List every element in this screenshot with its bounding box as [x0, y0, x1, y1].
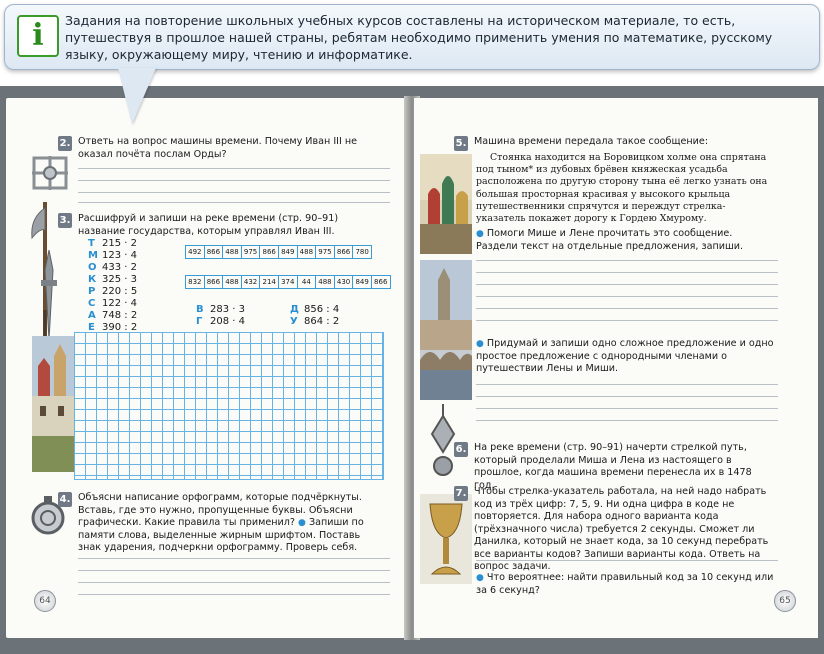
code-cell: 432 — [240, 275, 261, 289]
banner-pointer — [118, 68, 156, 124]
task-text: ● Что вероятнее: найти правильный код за… — [476, 572, 774, 596]
page-number: 65 — [774, 590, 796, 612]
answer-line — [476, 384, 778, 385]
task-number: 5. — [454, 136, 468, 151]
page-number: 64 — [34, 590, 56, 612]
answer-line — [476, 396, 778, 397]
code-cell: 492 — [185, 245, 205, 259]
banner-text: Задания на повторение школьных учебных к… — [65, 13, 773, 62]
time-machine-message: Стоянка находится на Боровицком холме он… — [476, 152, 768, 225]
cipher-list: Д 856 : 4 У 864 : 2 — [290, 304, 339, 328]
bullet-icon: ● — [298, 518, 306, 528]
answer-line — [78, 202, 390, 203]
code-cell: 488 — [222, 275, 242, 289]
code-cell: 866 — [370, 275, 391, 289]
answer-line — [78, 582, 390, 583]
code-cell: 430 — [333, 275, 354, 289]
answer-line — [476, 284, 778, 285]
answer-line — [78, 558, 390, 559]
code-cell: 780 — [352, 245, 372, 259]
cipher-item: О 433 · 2 — [88, 262, 137, 273]
task-text: Ответь на вопрос машины времени. Почему … — [78, 136, 358, 160]
code-cell: 866 — [333, 245, 354, 259]
code-cell: 44 — [296, 275, 317, 289]
cipher-item: В 283 · 3 — [196, 304, 245, 315]
left-page: 2. Ответь на вопрос машины времени. Поче… — [6, 98, 410, 638]
bullet-icon: ● — [476, 229, 484, 239]
code-cell: 975 — [315, 245, 335, 259]
cipher-item: Д 856 : 4 — [290, 304, 340, 315]
answer-line — [476, 320, 778, 321]
cipher-item: С 122 · 4 — [88, 298, 137, 309]
answer-line — [78, 192, 390, 193]
code-row: 492 866 488 975 866 849 488 975 866 780 — [185, 245, 372, 259]
answer-line — [476, 420, 778, 421]
info-icon: i — [17, 15, 59, 57]
answer-line — [78, 594, 390, 595]
answer-grid[interactable] — [74, 332, 384, 480]
cipher-item: М 123 · 4 — [88, 250, 137, 261]
task-text: Объясни написание орфограмм, которые под… — [78, 492, 364, 553]
cipher-item: Р 220 : 5 — [88, 286, 138, 297]
answer-line — [476, 308, 778, 309]
answer-line — [476, 560, 778, 561]
cipher-item: Г 208 · 4 — [196, 316, 245, 327]
cipher-item: К 325 · 3 — [88, 274, 137, 285]
cipher-item: У 864 : 2 — [290, 316, 340, 327]
answer-line — [78, 570, 390, 571]
code-cell: 488 — [296, 245, 317, 259]
code-row: 832 866 488 432 214 374 44 488 430 849 866 — [185, 275, 391, 289]
cathedral-illustration — [420, 154, 472, 254]
task-text: Машина времени передала такое сообщение: — [474, 136, 709, 147]
answer-line — [78, 180, 390, 181]
answer-line — [476, 260, 778, 261]
kremlin-bridge-illustration — [420, 260, 472, 400]
task-text: На реке времени (стр. 90–91) начерти стр… — [474, 442, 752, 491]
cipher-list: Т 215 · 2 М 123 · 4 О 433 · 2 К 325 · 3 Р 220… — [88, 238, 137, 334]
bullet-icon: ● — [476, 339, 484, 349]
bullet-icon: ● — [476, 573, 484, 583]
halberd-icon — [41, 250, 57, 340]
code-cell: 866 — [259, 245, 279, 259]
answer-line — [476, 296, 778, 297]
answer-line — [476, 272, 778, 273]
code-cell: 488 — [222, 245, 242, 259]
code-cell: 849 — [352, 275, 372, 289]
task-number: 7. — [454, 486, 468, 501]
code-cell: 214 — [259, 275, 279, 289]
code-cell: 374 — [277, 275, 298, 289]
code-cell: 866 — [203, 275, 224, 289]
code-cell: 975 — [240, 245, 261, 259]
code-cell: 849 — [277, 245, 298, 259]
info-banner: i Задания на повторение школьных учебных… — [4, 4, 820, 70]
answer-line — [78, 168, 390, 169]
task-number: 2. — [58, 136, 72, 151]
cipher-item: Т 215 · 2 — [88, 238, 137, 249]
task-number: 6. — [454, 442, 468, 457]
cipher-item: А 748 : 2 — [88, 310, 138, 321]
code-cell: 488 — [315, 275, 335, 289]
task-number: 4. — [58, 492, 72, 507]
cipher-list: В 283 · 3 Г 208 · 4 — [196, 304, 245, 328]
task-number: 3. — [58, 213, 72, 228]
code-cell: 832 — [185, 275, 205, 289]
task-text: Расшифруй и запиши на реке времени (стр.… — [78, 213, 339, 237]
task-text: ● Помоги Мише и Лене прочитать это сообщ… — [476, 228, 744, 252]
right-page: 5. Машина времени передала такое сообщен… — [414, 98, 818, 638]
answer-line — [476, 408, 778, 409]
kremlin-illustration — [32, 336, 74, 472]
code-cell: 866 — [203, 245, 224, 259]
task-text: ● Придумай и запиши одно сложное предлож… — [476, 338, 774, 374]
